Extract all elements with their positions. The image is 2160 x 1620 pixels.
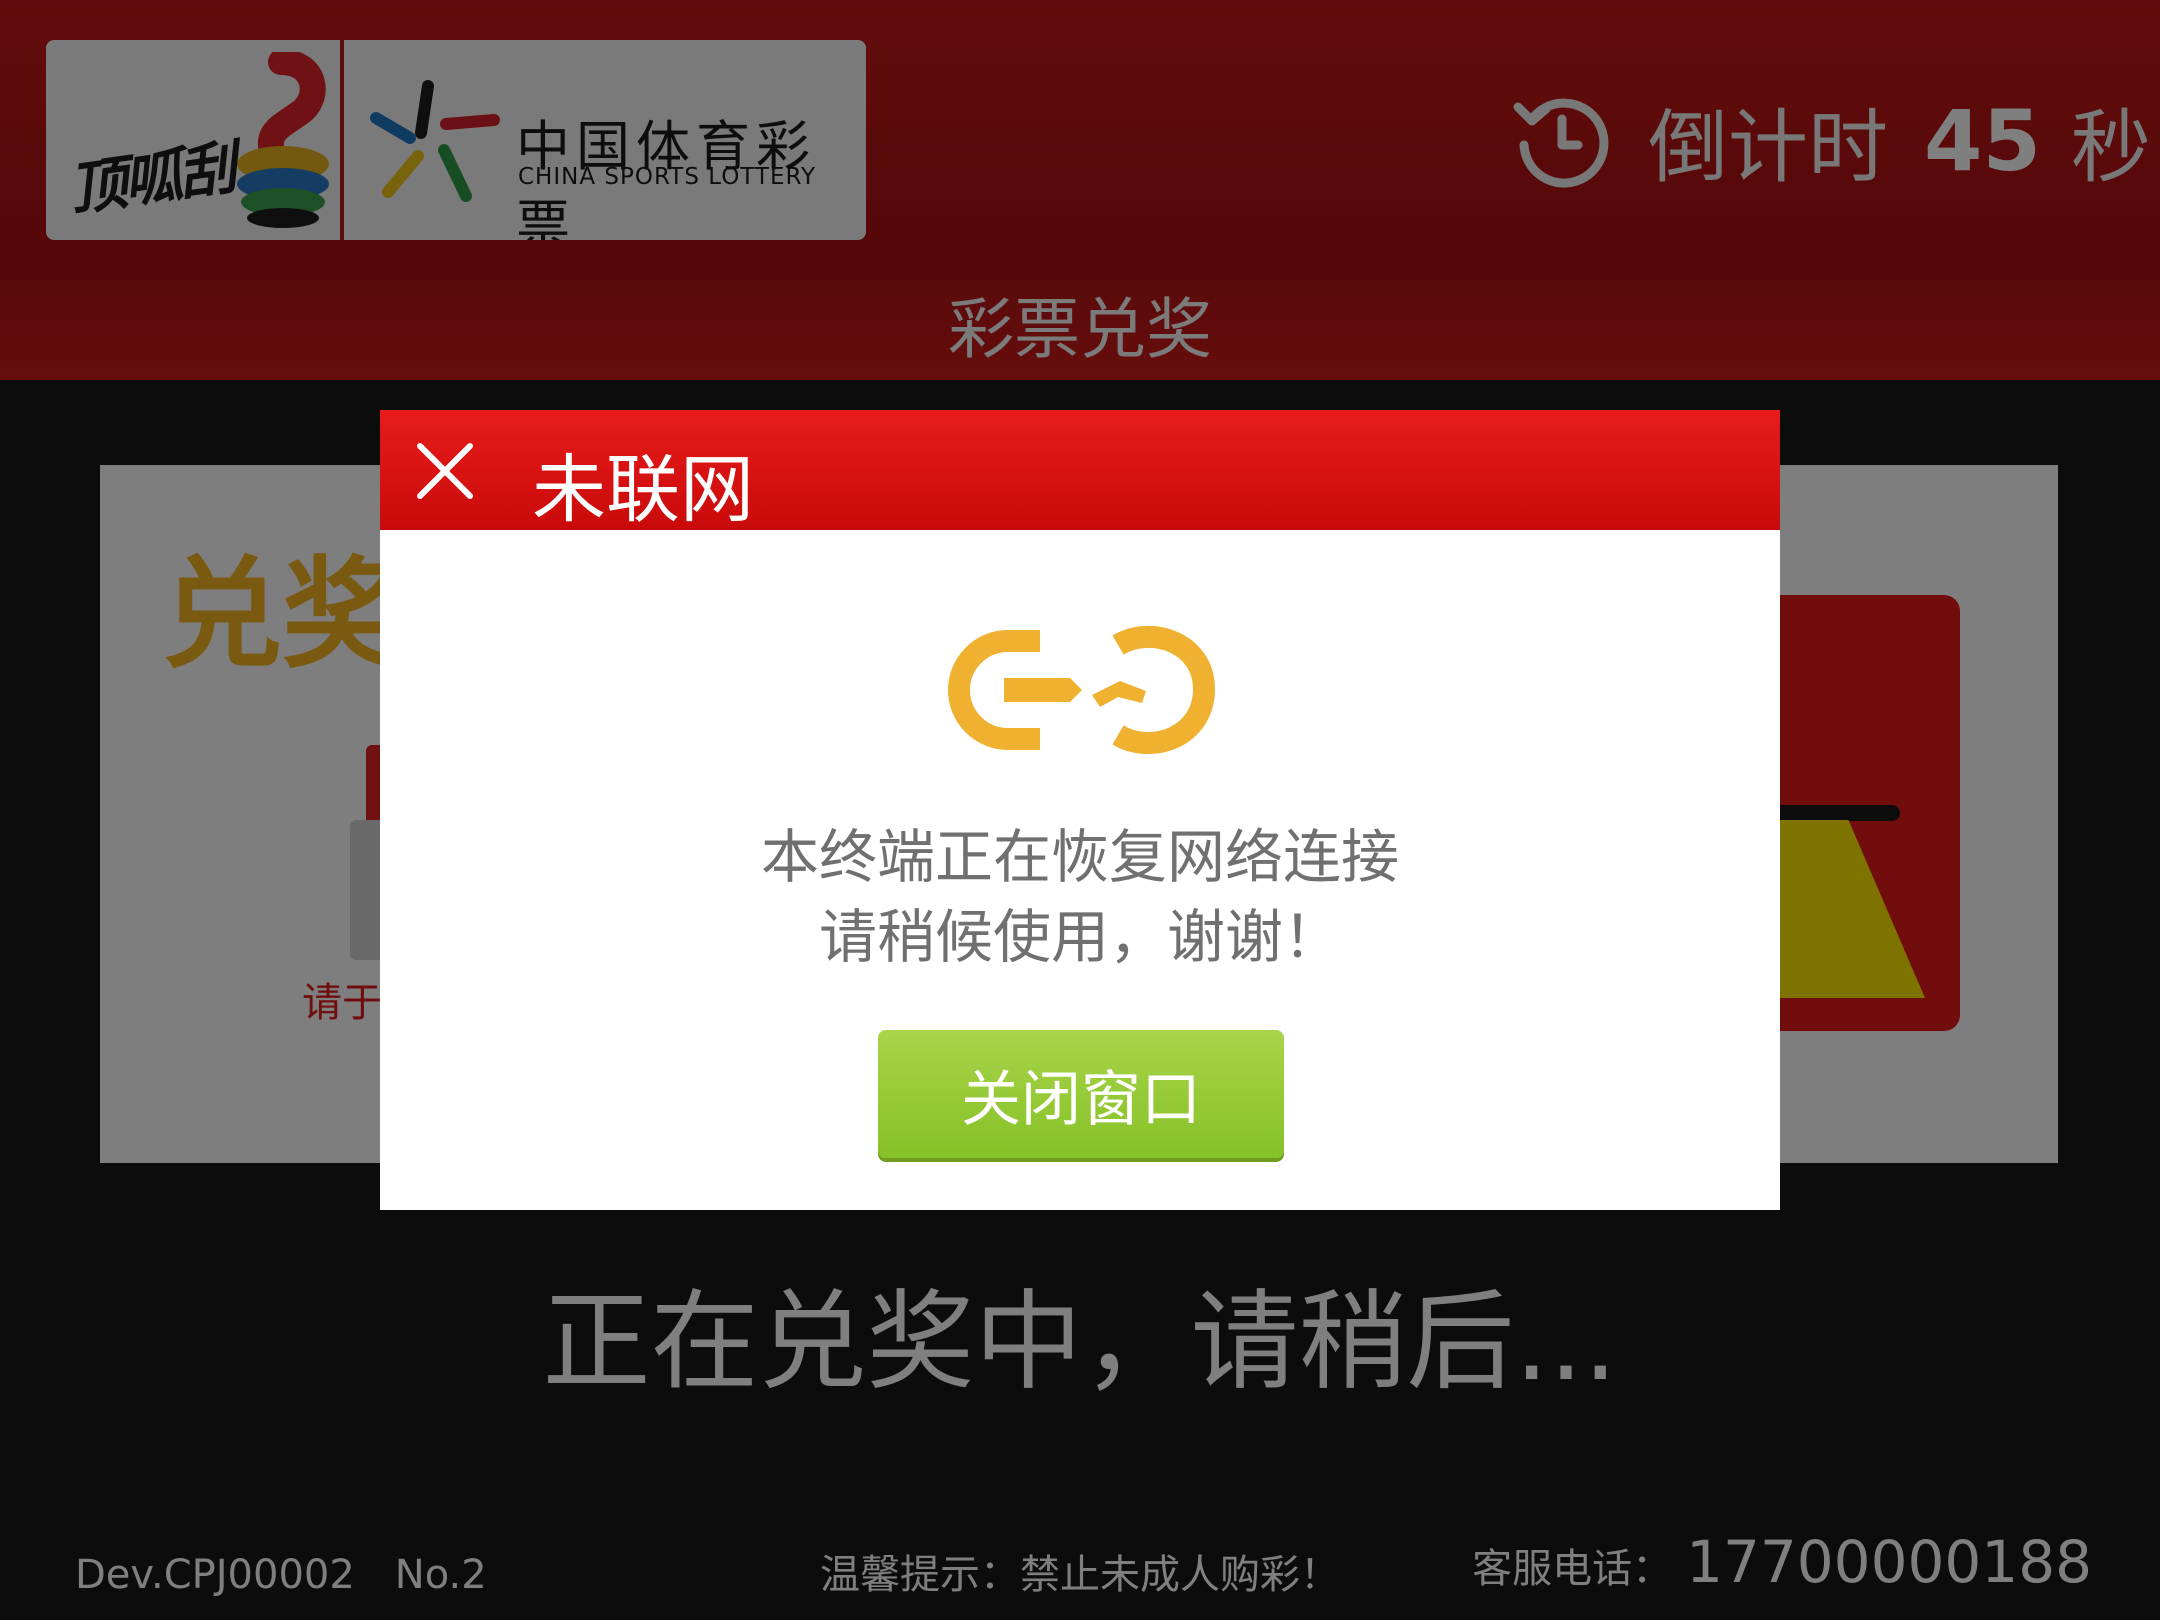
close-icon[interactable] [412,438,478,504]
dialog-message-line2: 请稍候使用，谢谢！ [818,903,1341,971]
broken-link-icon [948,625,1216,754]
dialog-header: 未联网 [380,410,1780,533]
dialog-message-line1: 本终端正在恢复网络连接 [760,823,1399,891]
dialog-title: 未联网 [532,447,754,533]
network-dialog: 未联网 本终端正在恢复网络连接 请稍候使用，谢谢！ 关闭窗口 [380,410,1780,1210]
close-window-button[interactable]: 关闭窗口 [878,1030,1284,1158]
